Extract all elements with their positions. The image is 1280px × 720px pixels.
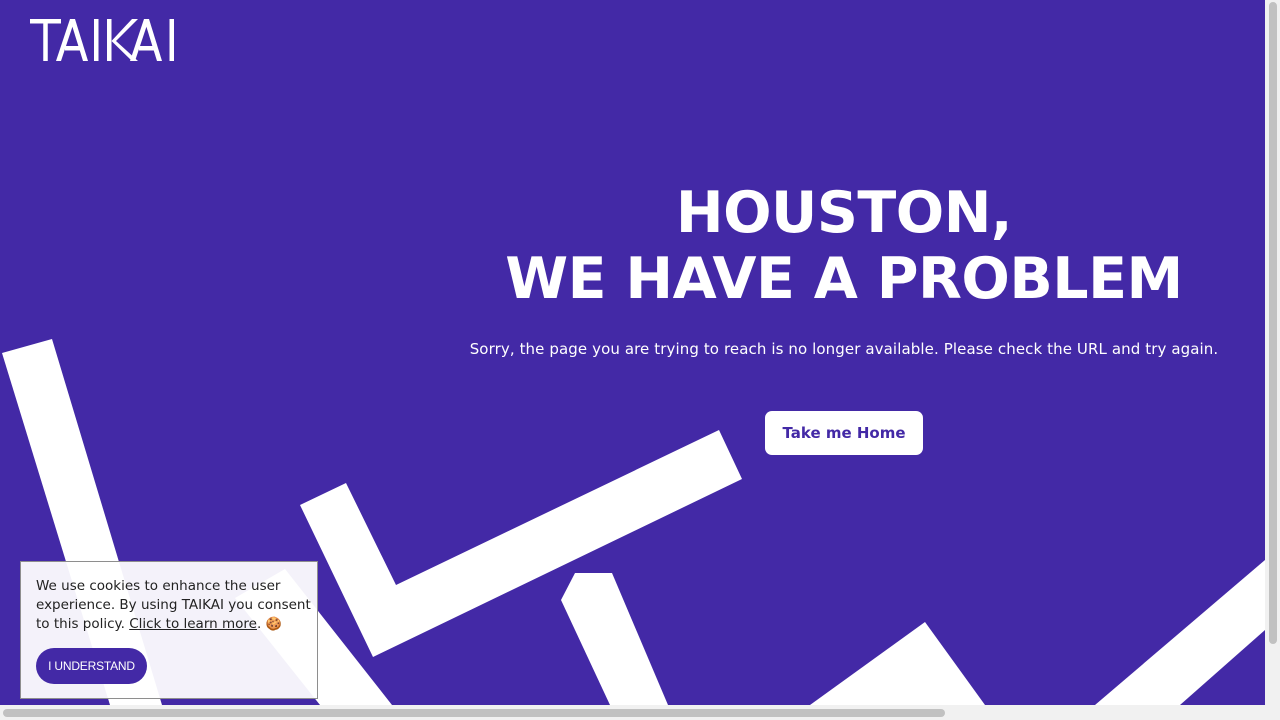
scrollbar-corner [1265,705,1280,720]
vertical-scrollbar[interactable] [1265,0,1280,705]
cookie-message: We use cookies to enhance the user exper… [36,578,311,632]
error-message: Sorry, the page you are trying to reach … [469,340,1219,358]
error-headline: HOUSTON, WE HAVE A PROBLEM [444,180,1244,312]
error-hero: HOUSTON, WE HAVE A PROBLEM Sorry, the pa… [444,180,1244,455]
take-me-home-button[interactable]: Take me Home [765,411,923,455]
horizontal-scrollbar[interactable] [0,705,1265,720]
taikai-logo[interactable] [30,19,175,61]
vertical-scrollbar-thumb[interactable] [1269,2,1277,644]
cookie-consent-banner: We use cookies to enhance the user exper… [20,561,318,699]
cookie-accept-button[interactable]: I understand [36,648,147,684]
horizontal-scrollbar-thumb[interactable] [3,709,945,717]
cookie-icon: 🍪 [265,617,282,632]
page-viewport: HOUSTON, WE HAVE A PROBLEM Sorry, the pa… [0,0,1265,705]
headline-line-1: HOUSTON, [675,180,1013,246]
cookie-learn-more-link[interactable]: Click to learn more [129,616,257,632]
headline-line-2: WE HAVE A PROBLEM [505,246,1183,312]
